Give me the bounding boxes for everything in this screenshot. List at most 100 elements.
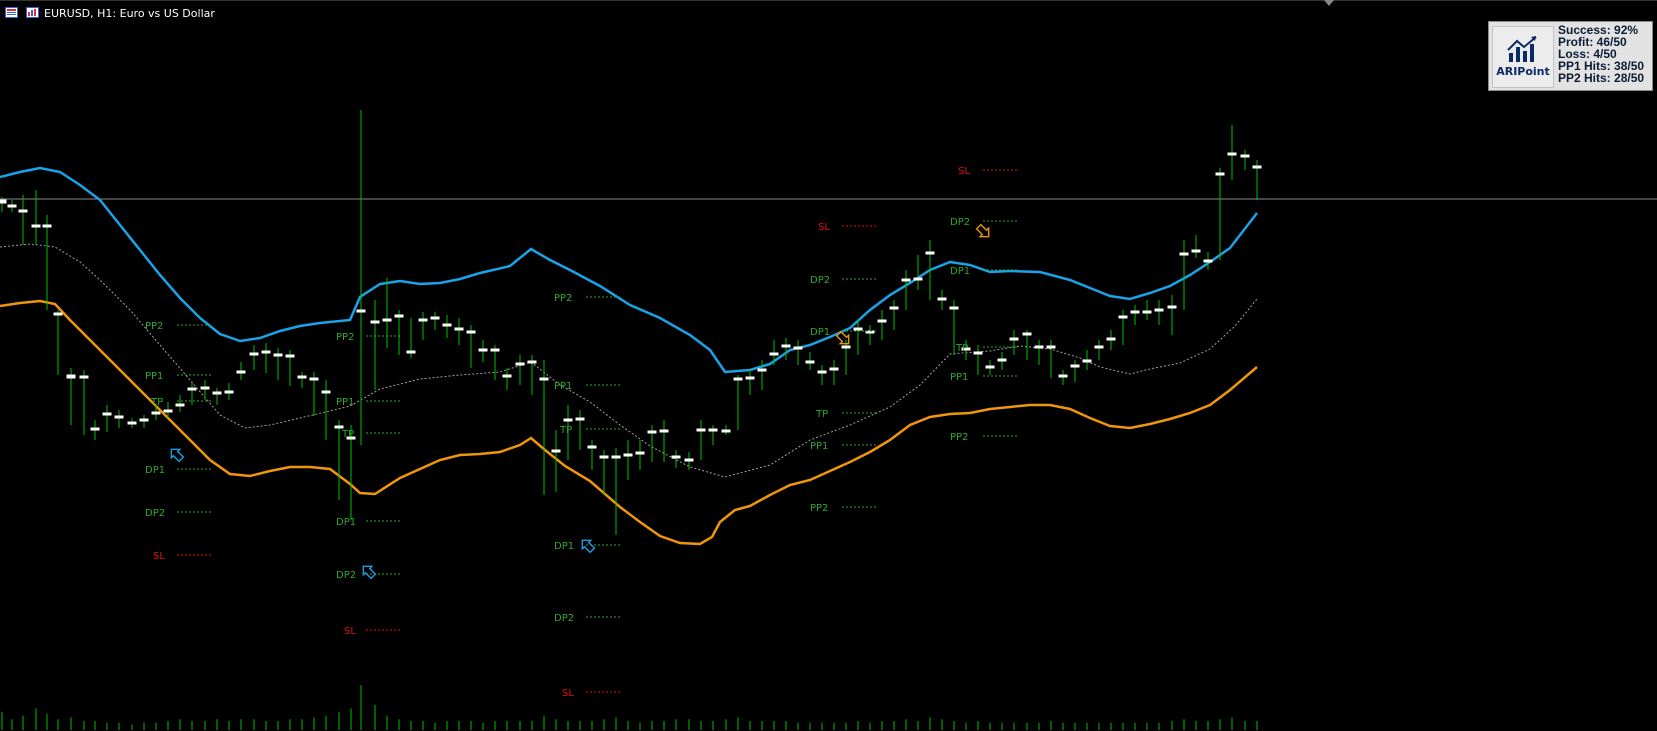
candle-body xyxy=(733,377,743,381)
candle xyxy=(370,300,380,390)
candle-body xyxy=(442,323,452,327)
candle-body xyxy=(684,458,694,462)
aripoint-logo: ARIPoint xyxy=(1492,26,1554,88)
signal-level-label: TP xyxy=(341,429,354,440)
candle-body xyxy=(285,354,295,358)
candle-body xyxy=(187,387,197,391)
candle xyxy=(1215,168,1225,260)
pp2-hits: PP2 Hits: 28/50 xyxy=(1558,71,1645,85)
candle-body xyxy=(611,455,621,459)
candle-body xyxy=(769,352,779,356)
volume-histogram xyxy=(1,685,1258,730)
candle xyxy=(623,440,633,480)
candle xyxy=(853,320,863,355)
signal-level-label: TP xyxy=(955,343,968,354)
candle xyxy=(635,440,645,470)
candle xyxy=(285,350,295,386)
candle xyxy=(1022,330,1032,360)
candle-body xyxy=(418,318,428,322)
candle-body xyxy=(551,449,561,453)
candle xyxy=(1240,150,1250,170)
candle xyxy=(406,318,416,358)
candle-body xyxy=(127,421,137,425)
candle-body xyxy=(7,204,17,208)
candle-body xyxy=(356,309,366,313)
symbol-window-icon[interactable] xyxy=(5,7,18,18)
chart-properties-icon[interactable] xyxy=(26,7,39,18)
candle-body xyxy=(1094,345,1104,349)
candle xyxy=(793,340,803,365)
candle-body xyxy=(1252,165,1262,169)
candle-body xyxy=(175,403,185,407)
candle xyxy=(1034,340,1044,365)
candle-body xyxy=(1240,154,1250,158)
candle xyxy=(1009,330,1019,355)
candle-body xyxy=(0,199,7,204)
candle-body xyxy=(817,370,827,374)
candle xyxy=(442,315,452,338)
signal-level-label: PP2 xyxy=(336,332,354,343)
candle-body xyxy=(696,428,706,432)
price-chart-canvas[interactable]: PP2 PP1 TP DP1 DP2 SL PP2 PP1 TP DP1 DP2 SL PP2 PP1 TP… xyxy=(0,0,1657,731)
signal-level-label: PP1 xyxy=(950,372,968,383)
candle-body xyxy=(1130,310,1140,314)
candle-body xyxy=(236,370,246,374)
signal-level-label: SL xyxy=(562,688,574,699)
candle xyxy=(671,450,681,468)
candle-body xyxy=(490,348,500,352)
candle xyxy=(114,410,124,428)
candle-body xyxy=(515,362,525,366)
candle-body xyxy=(575,417,585,421)
candle xyxy=(817,365,827,385)
signal-level-label: PP2 xyxy=(145,321,163,332)
candle-body xyxy=(877,319,887,323)
candle-body xyxy=(382,318,392,322)
candle-body xyxy=(745,376,755,380)
candle-body xyxy=(563,418,573,422)
trend-chart-icon xyxy=(1507,36,1537,62)
candle xyxy=(841,340,851,375)
candle xyxy=(1046,340,1056,378)
candle xyxy=(309,372,319,416)
signal-level-label: PP2 xyxy=(810,503,828,514)
chart-shift-marker[interactable] xyxy=(1324,0,1334,6)
candle-body xyxy=(937,297,947,301)
candle-body xyxy=(913,277,923,281)
signal-level-label: PP1 xyxy=(810,441,828,452)
candle-body xyxy=(261,350,271,354)
candle xyxy=(478,340,488,362)
signal-level-label: DP1 xyxy=(950,266,970,277)
candle-body xyxy=(334,425,344,429)
candle-body xyxy=(985,365,995,369)
candle xyxy=(805,352,815,370)
candle-body xyxy=(370,320,380,324)
candle-body xyxy=(635,451,645,455)
signal-level-label: PP2 xyxy=(554,293,572,304)
candle-body xyxy=(997,358,1007,362)
candle xyxy=(913,255,923,290)
candle xyxy=(490,345,500,380)
candle xyxy=(236,362,246,380)
candle-body xyxy=(406,350,416,354)
candle-body xyxy=(297,375,307,379)
candle xyxy=(1154,300,1164,325)
candle-body xyxy=(1203,259,1213,263)
signal-level-label: TP xyxy=(559,425,572,436)
candle-body xyxy=(163,409,173,413)
candle-body xyxy=(793,346,803,350)
candle xyxy=(575,410,585,450)
candle xyxy=(79,370,89,435)
candle-body xyxy=(599,455,609,459)
candle xyxy=(394,310,404,355)
signal-level-label: DP2 xyxy=(336,570,356,581)
candle-body xyxy=(200,386,210,390)
sell-arrow-shape xyxy=(835,330,850,345)
candle xyxy=(901,270,911,310)
candle-body xyxy=(224,390,234,394)
candle-body xyxy=(31,224,41,228)
candle-body xyxy=(90,427,100,431)
candle xyxy=(1191,235,1201,258)
candle-body xyxy=(539,377,549,381)
candle xyxy=(1118,310,1128,345)
buy-arrow xyxy=(362,565,377,580)
